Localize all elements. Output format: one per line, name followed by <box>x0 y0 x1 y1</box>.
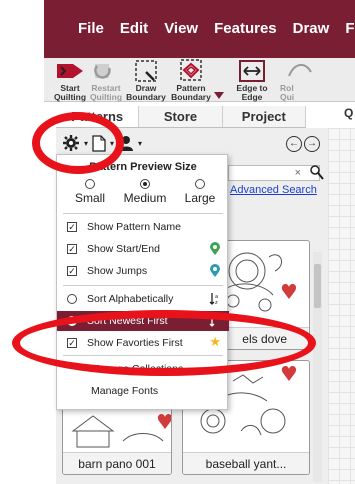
option-sort-newest-first[interactable]: Sort Newest First <box>57 311 229 331</box>
size-option-medium[interactable]: Medium <box>120 179 170 205</box>
radio-small[interactable] <box>85 179 95 189</box>
pattern-boundary-dropdown-arrow[interactable] <box>214 92 224 99</box>
library-scroll-thumb[interactable] <box>314 264 321 308</box>
menu-view[interactable]: View <box>164 20 198 37</box>
clear-search-icon[interactable]: × <box>295 167 301 179</box>
menu-file[interactable]: File <box>78 20 104 37</box>
radio-medium[interactable] <box>140 179 150 189</box>
radio-sort-newest[interactable] <box>67 316 77 326</box>
user-dropdown-arrow[interactable]: ▾ <box>138 139 142 148</box>
menu-items: File Edit View Features Draw F <box>78 20 355 37</box>
preview-size-heading: Pattern Preview Size <box>89 161 197 173</box>
end-point-marker <box>281 284 297 299</box>
checkbox[interactable]: ✓ <box>67 244 77 254</box>
library-action-row: ▾ ▾ ▾ <box>62 134 142 152</box>
menu-separator <box>63 285 223 286</box>
manage-collections-item[interactable]: Manage Collections <box>91 363 183 375</box>
checkbox[interactable]: ✓ <box>67 222 77 232</box>
menu-features[interactable]: Features <box>214 20 277 37</box>
document-dropdown-arrow[interactable]: ▾ <box>110 139 114 148</box>
jumps-icon <box>210 264 220 277</box>
star-icon: ★ <box>209 334 221 349</box>
gear-dropdown-arrow[interactable]: ▾ <box>84 139 88 148</box>
next-arrow-icon[interactable]: → <box>304 136 320 152</box>
pattern-name: baseball yant... <box>183 452 309 474</box>
preview-options-menu: Pattern Preview Size Small Medium Large … <box>56 154 229 410</box>
quilt-canvas[interactable] <box>328 128 355 484</box>
search-input[interactable]: × <box>228 165 320 181</box>
radio-sort-alpha[interactable] <box>67 294 77 304</box>
previous-arrow-icon[interactable]: ← <box>286 136 302 152</box>
pattern-boundary-icon <box>180 59 202 81</box>
checkbox[interactable]: ✓ <box>67 266 77 276</box>
library-tabs: Patterns Store Project <box>56 106 306 128</box>
option-show-start-end[interactable]: ✓ Show Start/End <box>57 239 229 259</box>
menu-separator <box>63 355 223 356</box>
sort-newest-icon <box>209 315 215 327</box>
end-point-marker <box>281 366 297 381</box>
end-point-marker <box>157 414 171 429</box>
edge-to-edge-icon <box>239 60 265 82</box>
restart-quilting-button[interactable]: Restart Quilting <box>86 58 122 102</box>
menu-draw[interactable]: Draw <box>293 20 330 37</box>
advanced-search-link[interactable]: Advanced Search <box>230 184 317 196</box>
start-quilting-button[interactable]: Start Quilting <box>52 58 88 102</box>
option-show-pattern-name[interactable]: ✓ Show Pattern Name <box>57 217 229 237</box>
search-icon[interactable] <box>310 164 324 180</box>
user-icon[interactable] <box>118 135 134 151</box>
sort-alpha-icon: a z <box>209 293 218 306</box>
gear-icon[interactable] <box>62 134 80 152</box>
draw-boundary-button[interactable]: Draw Boundary <box>126 58 166 102</box>
svg-text:z: z <box>215 300 218 306</box>
restart-quilting-icon <box>94 64 111 79</box>
edge-to-edge-button[interactable]: Edge to Edge <box>232 58 272 102</box>
pattern-name: barn pano 001 <box>63 452 171 474</box>
rol-icon <box>288 64 312 77</box>
pattern-boundary-button[interactable]: Pattern Boundary <box>170 58 212 102</box>
rol-quilting-button[interactable]: Rol Qui <box>280 58 320 102</box>
menu-edit[interactable]: Edit <box>120 20 148 37</box>
checkbox[interactable]: ✓ <box>67 338 77 348</box>
start-quilting-icon <box>57 64 83 78</box>
size-option-small[interactable]: Small <box>65 179 115 205</box>
draw-boundary-icon <box>135 60 157 82</box>
size-option-large[interactable]: Large <box>175 179 225 205</box>
radio-large[interactable] <box>195 179 205 189</box>
new-document-icon[interactable] <box>92 134 106 152</box>
window-edge <box>0 0 44 58</box>
manage-fonts-item[interactable]: Manage Fonts <box>91 385 158 397</box>
option-sort-alphabetically[interactable]: Sort Alphabetically a z <box>57 289 229 309</box>
option-show-jumps[interactable]: ✓ Show Jumps <box>57 261 229 281</box>
option-show-favorites-first[interactable]: ✓ Show Favorties First ★ <box>57 333 229 353</box>
menu-next[interactable]: F <box>345 20 354 37</box>
tab-store[interactable]: Store <box>139 106 223 127</box>
tab-project[interactable]: Project <box>223 106 306 127</box>
menu-separator <box>63 213 223 214</box>
preview-size-options: Small Medium Large <box>65 179 225 205</box>
tab-quilt[interactable]: Q <box>344 106 353 120</box>
tab-patterns[interactable]: Patterns <box>56 106 140 127</box>
start-end-icon <box>210 242 220 255</box>
